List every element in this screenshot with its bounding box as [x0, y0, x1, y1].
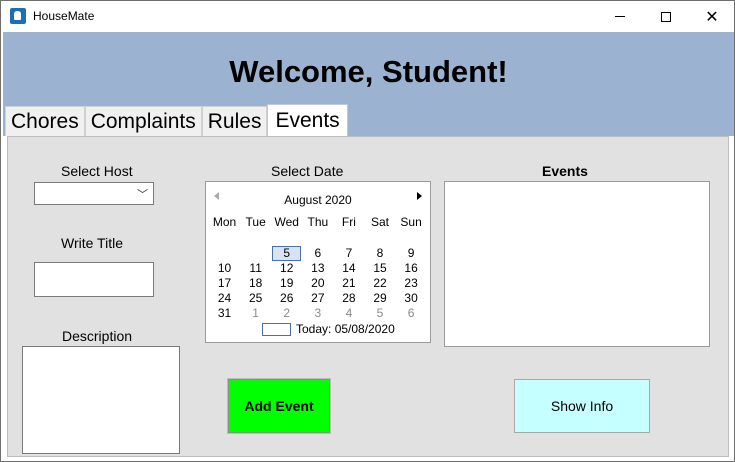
calendar-day[interactable]: 6: [302, 246, 333, 261]
calendar-header: August 2020: [206, 190, 430, 207]
calendar-day[interactable]: 11: [240, 261, 271, 276]
chevron-down-icon: ﹀: [137, 189, 148, 201]
calendar-day[interactable]: 21: [333, 276, 364, 291]
events-panel: Select Host ﹀ Write Title Description Se…: [7, 136, 729, 457]
minimize-icon: [615, 16, 625, 17]
calendar-day-selected[interactable]: 5: [272, 246, 302, 261]
description-label: Description: [62, 328, 133, 344]
app-window: HouseMate ✕ Welcome, Student! Chores Com…: [0, 0, 735, 462]
weekday: Tue: [245, 215, 266, 229]
description-input[interactable]: [22, 346, 180, 454]
calendar-today[interactable]: Today: 05/08/2020: [262, 322, 395, 336]
today-label: Today: 05/08/2020: [296, 322, 395, 336]
calendar-day[interactable]: 18: [240, 276, 271, 291]
tab-chores[interactable]: Chores: [5, 106, 85, 136]
calendar-day[interactable]: 30: [396, 291, 427, 306]
title-input[interactable]: [34, 262, 154, 297]
calendar-day-next-month[interactable]: 3: [302, 306, 333, 321]
weekday: Fri: [341, 215, 356, 229]
tab-events[interactable]: Events: [267, 104, 348, 136]
calendar-day-next-month[interactable]: 4: [333, 306, 364, 321]
weekday: Mon: [212, 215, 237, 229]
calendar-day-next-month[interactable]: 2: [271, 306, 302, 321]
maximize-button[interactable]: [643, 1, 689, 32]
calendar-day[interactable]: 8: [364, 246, 395, 261]
calendar-day[interactable]: 26: [271, 291, 302, 306]
calendar-day[interactable]: 27: [302, 291, 333, 306]
minimize-button[interactable]: [597, 1, 643, 32]
calendar-day[interactable]: 15: [364, 261, 395, 276]
write-title-label: Write Title: [61, 235, 123, 251]
calendar-day[interactable]: 28: [333, 291, 364, 306]
calendar-day[interactable]: 24: [209, 291, 240, 306]
date-calendar[interactable]: August 2020 Mon Tue Wed Thu Fri Sat Sun …: [205, 181, 431, 343]
calendar-day: [240, 246, 271, 261]
select-host-label: Select Host: [61, 163, 133, 179]
calendar-day[interactable]: 7: [333, 246, 364, 261]
calendar-day[interactable]: 16: [396, 261, 427, 276]
events-list[interactable]: [444, 181, 710, 347]
window-title: HouseMate: [33, 9, 95, 23]
title-bar[interactable]: HouseMate ✕: [1, 1, 734, 32]
calendar-day[interactable]: 17: [209, 276, 240, 291]
select-date-label: Select Date: [271, 163, 344, 179]
tab-complaints[interactable]: Complaints: [84, 106, 202, 136]
welcome-title: Welcome, Student!: [229, 54, 508, 89]
calendar-day-next-month[interactable]: 5: [364, 306, 395, 321]
next-month-icon[interactable]: [417, 192, 422, 200]
calendar-day[interactable]: 22: [364, 276, 395, 291]
calendar-day[interactable]: 12: [271, 261, 302, 276]
weekday: Sun: [400, 215, 422, 229]
calendar-day[interactable]: 14: [333, 261, 364, 276]
app-icon: [10, 8, 26, 24]
calendar-day[interactable]: 20: [302, 276, 333, 291]
calendar-day[interactable]: 23: [396, 276, 427, 291]
calendar-day[interactable]: 13: [302, 261, 333, 276]
calendar-day[interactable]: 19: [271, 276, 302, 291]
close-button[interactable]: ✕: [689, 1, 735, 32]
calendar-day[interactable]: 10: [209, 261, 240, 276]
calendar-day-next-month[interactable]: 6: [396, 306, 427, 321]
calendar-days: 5 6 7 8 9 10 11 12 13 14 15 16 17 18 19 …: [209, 246, 427, 321]
tab-rules[interactable]: Rules: [201, 106, 268, 136]
calendar-day[interactable]: 31: [209, 306, 240, 321]
tab-strip: Chores Complaints Rules Events: [5, 104, 348, 136]
add-event-button[interactable]: Add Event: [227, 378, 331, 434]
calendar-month: August 2020: [284, 193, 352, 207]
events-label: Events: [542, 163, 588, 179]
show-info-button[interactable]: Show Info: [514, 379, 650, 433]
weekday: Sat: [371, 215, 390, 229]
calendar-day[interactable]: 25: [240, 291, 271, 306]
weekday-row: Mon Tue Wed Thu Fri Sat Sun: [209, 215, 427, 229]
weekday: Wed: [274, 215, 299, 229]
calendar-day[interactable]: 9: [396, 246, 427, 261]
today-marker-icon: [262, 322, 291, 336]
weekday: Thu: [307, 215, 329, 229]
calendar-day: [209, 246, 240, 261]
maximize-icon: [661, 11, 671, 22]
host-select[interactable]: ﹀: [34, 182, 154, 205]
calendar-day-next-month[interactable]: 1: [240, 306, 271, 321]
close-icon: ✕: [705, 8, 719, 26]
calendar-day[interactable]: 29: [364, 291, 395, 306]
